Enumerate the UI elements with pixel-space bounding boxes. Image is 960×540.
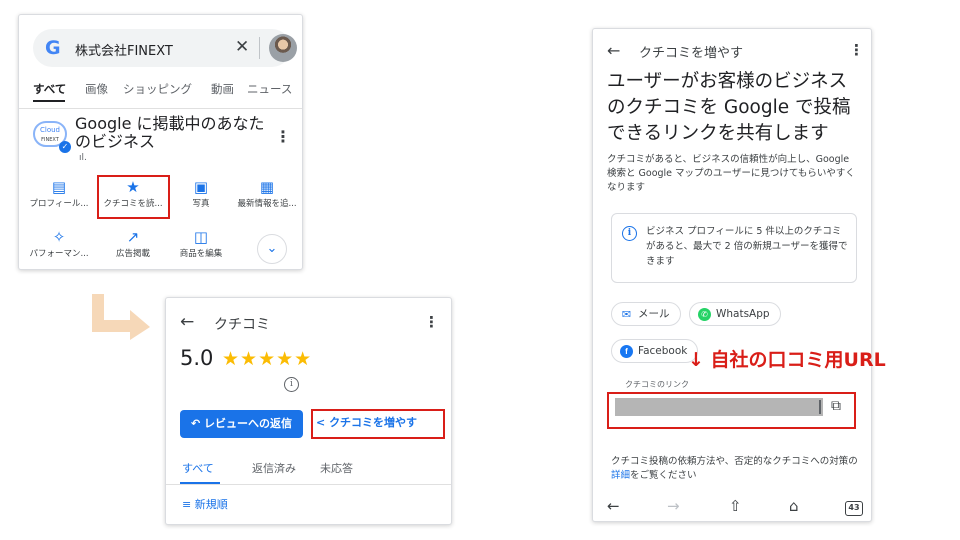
- rating-value: 5.0: [180, 346, 214, 370]
- sort-newest-button[interactable]: ≡ 新規順: [182, 496, 228, 512]
- info-box-text: ビジネス プロフィールに 5 件以上のクチコミがあると、最大で 2 倍の新規ユー…: [646, 226, 848, 267]
- search-query[interactable]: 株式会社FINEXT: [75, 40, 173, 59]
- sparkle-chart-icon: ✧: [52, 228, 66, 246]
- description: クチコミがあると、ビジネスの信頼性が向上し、Google 検索と Google …: [607, 154, 855, 193]
- chip-label: メール: [638, 308, 670, 320]
- nav-home-icon[interactable]: ⌂: [789, 497, 799, 515]
- action-label: 商品を編集: [179, 249, 223, 259]
- flow-arrow-icon: [92, 294, 150, 340]
- bar-chart-icon: ıl.: [79, 153, 87, 163]
- action-edit-products[interactable]: ◫ 商品を編集: [167, 227, 235, 259]
- info-box: i ビジネス プロフィールに 5 件以上のクチコミがあると、最大で 2 倍の新規…: [611, 213, 857, 283]
- tab-all[interactable]: すべて: [182, 460, 214, 476]
- share-facebook-chip[interactable]: f Facebook: [611, 339, 699, 363]
- info-icon: i: [622, 226, 637, 241]
- reviews-panel: ← クチコミ ⋮ 5.0 ★★★★★ i ↶ レビューへの返信 < クチコミを増…: [165, 297, 452, 525]
- share-email-chip[interactable]: ✉ メール: [611, 302, 681, 326]
- action-performance[interactable]: ✧ パフォーマン...: [25, 227, 93, 259]
- business-title: Google に掲載中のあなたのビジネス: [75, 114, 265, 151]
- tab-shopping[interactable]: ショッピング: [123, 81, 192, 97]
- highlight-review-link: [607, 392, 856, 429]
- annotation-label: ↓ 自社の口コミ用URL: [688, 349, 886, 371]
- action-profile[interactable]: ▤ プロフィール...: [25, 177, 93, 209]
- footer-help-text: クチコミ投稿の依頼方法や、否定的なクチコミへの対策の詳細をご覧ください: [611, 455, 861, 483]
- search-divider: [259, 37, 260, 59]
- action-label: パフォーマン...: [29, 249, 89, 259]
- action-add-update[interactable]: ▦ 最新情報を追...: [233, 177, 301, 209]
- reply-icon: ↶: [190, 417, 201, 430]
- verified-check-icon: ✓: [59, 141, 71, 153]
- reply-button-label: レビューへの返信: [204, 417, 293, 430]
- more-options-icon[interactable]: ⋮: [424, 313, 439, 331]
- search-tabs: すべて 画像 ショッピング 動画 ニュース: [33, 81, 295, 103]
- tab-videos[interactable]: 動画: [211, 81, 234, 97]
- footer-text-after: をご覧ください: [630, 470, 697, 481]
- action-label: 最新情報を追...: [237, 199, 297, 209]
- star-rating-icon: ★★★★★: [222, 348, 313, 370]
- action-label: 広告掲載: [115, 249, 150, 259]
- highlight-read-reviews: [97, 175, 170, 219]
- chip-label: WhatsApp: [716, 308, 770, 320]
- facebook-icon: f: [620, 345, 633, 358]
- reply-to-reviews-button[interactable]: ↶ レビューへの返信: [180, 410, 303, 438]
- info-icon[interactable]: i: [284, 377, 299, 392]
- nav-share-icon[interactable]: ⇧: [729, 497, 742, 515]
- nav-tabs-icon[interactable]: 43: [845, 501, 863, 516]
- browser-nav-bar: ← → ⇧ ⌂ 43: [593, 493, 871, 521]
- sort-label: 新規順: [194, 498, 228, 511]
- mail-icon: ✉: [620, 308, 633, 321]
- tab-replied[interactable]: 返信済み: [252, 460, 296, 476]
- post-add-icon: ▦: [259, 178, 275, 196]
- logo-text-cloud: Cloud: [40, 126, 60, 134]
- google-search-business-panel: G 株式会社FINEXT ✕ すべて 画像 ショッピング 動画 ニュース Clo…: [18, 14, 303, 270]
- clear-search-icon[interactable]: ✕: [235, 37, 249, 57]
- nav-back-icon[interactable]: ←: [607, 497, 620, 515]
- trending-up-icon: ↗: [126, 228, 140, 246]
- nav-forward-icon[interactable]: →: [667, 497, 680, 515]
- divider: [19, 108, 302, 109]
- tab-unanswered[interactable]: 未応答: [320, 460, 353, 476]
- action-ads[interactable]: ↗ 広告掲載: [99, 227, 167, 259]
- storefront-icon: ▤: [51, 178, 67, 196]
- action-label: プロフィール...: [29, 199, 89, 209]
- more-options-icon[interactable]: ⋮: [849, 41, 864, 59]
- page-title: クチコミ: [214, 317, 270, 333]
- tab-images[interactable]: 画像: [85, 81, 108, 97]
- action-photos[interactable]: ▣ 写真: [167, 177, 235, 209]
- divider: [166, 484, 451, 485]
- back-arrow-icon[interactable]: ←: [607, 41, 620, 60]
- page-title: クチコミを増やす: [639, 46, 744, 61]
- shopping-bag-icon: ◫: [193, 228, 209, 246]
- google-logo-icon: G: [45, 37, 61, 59]
- search-bar[interactable]: G 株式会社FINEXT ✕: [33, 29, 297, 67]
- chip-label: Facebook: [638, 345, 688, 357]
- whatsapp-icon: ✆: [698, 308, 711, 321]
- tab-all[interactable]: すべて: [33, 81, 66, 97]
- action-label: 写真: [192, 199, 210, 209]
- details-link[interactable]: 詳細: [611, 470, 630, 481]
- headline: ユーザーがお客様のビジネスのクチコミを Google で投稿できるリンクを共有し…: [607, 71, 851, 144]
- highlight-get-more-reviews: [311, 409, 445, 439]
- share-whatsapp-chip[interactable]: ✆ WhatsApp: [689, 302, 781, 326]
- tab-news[interactable]: ニュース: [247, 81, 292, 97]
- footer-text-before: クチコミ投稿の依頼方法や、否定的なクチコミへの対策の: [611, 456, 858, 467]
- back-arrow-icon[interactable]: ←: [180, 312, 194, 332]
- account-avatar[interactable]: [269, 34, 297, 62]
- photo-icon: ▣: [193, 178, 209, 196]
- share-review-link-panel: ← クチコミを増やす ⋮ ユーザーがお客様のビジネスのクチコミを Google …: [592, 28, 872, 522]
- more-options-icon[interactable]: ⋮: [275, 127, 291, 146]
- sort-icon: ≡: [182, 498, 192, 511]
- active-tab-underline: [33, 100, 65, 102]
- review-link-label: クチコミのリンク: [625, 380, 689, 389]
- expand-chevron-icon[interactable]: ⌄: [257, 234, 287, 264]
